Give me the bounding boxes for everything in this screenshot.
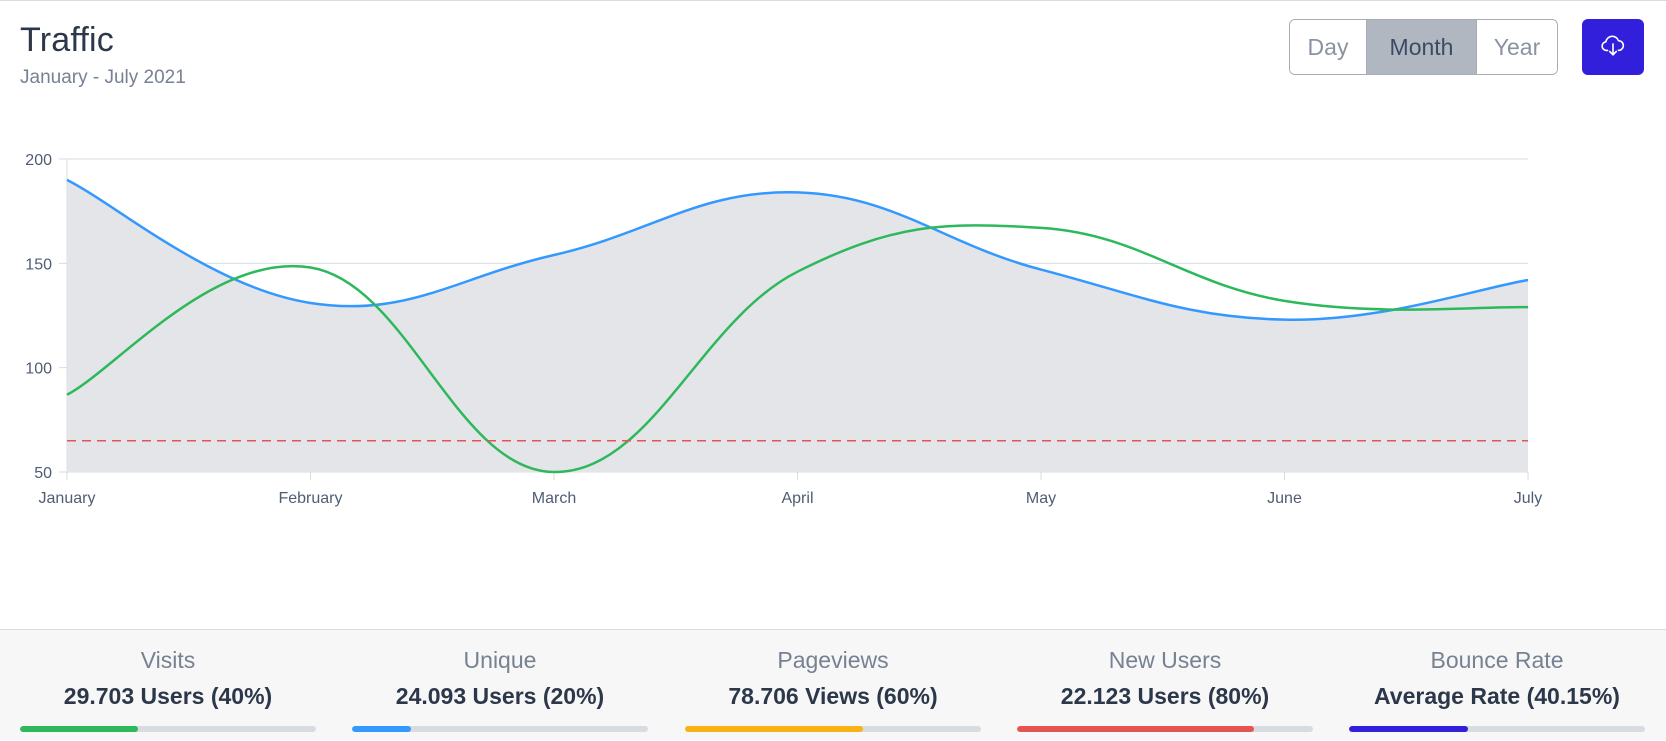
traffic-card: Traffic January - July 2021 Day Month Ye… xyxy=(0,0,1666,740)
traffic-chart: 50 100 150 200 January February March April May J… xyxy=(0,141,1666,551)
x-tick-label: January xyxy=(39,490,96,507)
y-tick-label: 200 xyxy=(25,152,52,169)
x-tick-label: April xyxy=(781,490,813,507)
stat-value: Average Rate (40.15%) xyxy=(1374,683,1620,709)
stat-label: Visits xyxy=(140,647,196,673)
stat-progress-fill xyxy=(20,726,139,732)
stat-visits: Visits 29.703 Users (40%) xyxy=(20,630,316,741)
series-area-0 xyxy=(67,179,1528,472)
y-tick-label: 150 xyxy=(25,256,52,273)
stat-progress xyxy=(1017,726,1313,732)
stat-value: 29.703 Users (40%) xyxy=(63,683,273,709)
cloud-download-icon xyxy=(1600,32,1626,63)
traffic-line-chart: 50 100 150 200 January February March April May J… xyxy=(25,152,1542,507)
x-tick-label: May xyxy=(1026,490,1056,507)
stat-progress-fill xyxy=(685,726,863,732)
stat-value: 24.093 Users (20%) xyxy=(395,683,605,709)
download-button[interactable] xyxy=(1582,19,1644,75)
stat-label: Pageviews xyxy=(777,647,889,673)
stat-progress xyxy=(20,726,316,732)
card-title: Traffic xyxy=(20,21,114,59)
stat-value: 22.123 Users (80%) xyxy=(1060,683,1270,709)
card-subtitle: January - July 2021 xyxy=(20,67,186,88)
x-tick-label: March xyxy=(532,490,576,507)
stat-unique: Unique 24.093 Users (20%) xyxy=(352,630,648,741)
range-toggle-group: Day Month Year xyxy=(1289,19,1558,75)
stat-progress xyxy=(1349,726,1645,732)
stat-label: New Users xyxy=(1108,647,1222,673)
stat-progress-fill xyxy=(1349,726,1468,732)
range-day-button[interactable]: Day xyxy=(1290,20,1367,74)
y-tick-label: 50 xyxy=(34,465,52,482)
stat-progress-fill xyxy=(1017,726,1254,732)
stat-label: Unique xyxy=(463,647,537,673)
stat-bounce-rate: Bounce Rate Average Rate (40.15%) xyxy=(1349,630,1645,741)
stat-value: 78.706 Views (60%) xyxy=(728,683,938,709)
range-month-button[interactable]: Month xyxy=(1367,20,1477,74)
x-tick-label: February xyxy=(278,490,342,507)
stat-progress xyxy=(352,726,648,732)
stat-new-users: New Users 22.123 Users (80%) xyxy=(1017,630,1313,741)
stat-progress xyxy=(685,726,981,732)
stat-progress-fill xyxy=(352,726,412,732)
x-tick-label: July xyxy=(1514,490,1542,507)
stat-pageviews: Pageviews 78.706 Views (60%) xyxy=(685,630,981,741)
stat-label: Bounce Rate xyxy=(1430,647,1564,673)
range-year-button[interactable]: Year xyxy=(1477,20,1557,74)
y-tick-label: 100 xyxy=(25,361,52,378)
stats-footer: Visits 29.703 Users (40%) Unique 24.093 … xyxy=(0,629,1666,740)
x-tick-label: June xyxy=(1267,490,1302,507)
